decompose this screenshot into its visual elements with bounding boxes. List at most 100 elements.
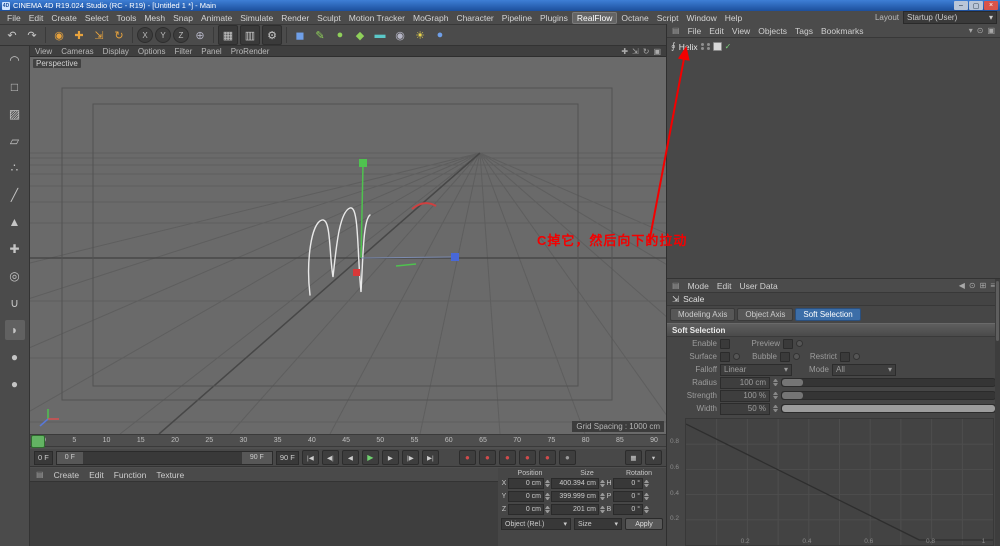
vp-menu-cameras[interactable]: Cameras bbox=[61, 47, 93, 56]
filter-icon[interactable]: ▾ bbox=[969, 26, 973, 35]
mograph-button[interactable]: ◆ bbox=[351, 26, 369, 44]
primitive-cube-button[interactable]: ◼ bbox=[291, 26, 309, 44]
vp-menu-display[interactable]: Display bbox=[103, 47, 129, 56]
editor-visibility-dots-icon[interactable] bbox=[700, 43, 704, 50]
width-slider[interactable] bbox=[781, 404, 996, 413]
timeline-ruler[interactable]: 0 5 10 15 20 25 30 35 40 45 50 55 60 65 … bbox=[30, 434, 666, 447]
menu-sculpt[interactable]: Sculpt bbox=[313, 13, 345, 23]
rotate-tool-button[interactable]: ↻ bbox=[110, 26, 128, 44]
mm-menu-texture[interactable]: Texture bbox=[156, 470, 184, 480]
record-parameter-button[interactable]: ● bbox=[558, 450, 576, 465]
minimize-button[interactable]: – bbox=[954, 1, 968, 10]
y-axis-handle[interactable] bbox=[359, 159, 367, 167]
play-button[interactable]: ▶ bbox=[361, 450, 379, 465]
am-menu-userdata[interactable]: User Data bbox=[739, 281, 777, 291]
search-icon[interactable]: ⊙ bbox=[969, 281, 976, 290]
panel-icon[interactable]: ▤ bbox=[672, 26, 680, 35]
menu-select[interactable]: Select bbox=[81, 13, 113, 23]
end-frame-field[interactable]: 90 F bbox=[275, 450, 299, 465]
rotation-b-field[interactable]: 0 ° bbox=[613, 504, 643, 515]
render-view-button[interactable]: ▦ bbox=[218, 25, 238, 45]
apply-button[interactable]: Apply bbox=[625, 518, 663, 530]
render-picture-viewer-button[interactable]: ▥ bbox=[240, 25, 260, 45]
next-key-button[interactable]: |▶ bbox=[401, 450, 419, 465]
rotation-h-field[interactable]: 0 ° bbox=[613, 478, 643, 489]
toggle-views-icon[interactable]: ▣ bbox=[653, 47, 661, 56]
live-selection-button[interactable]: ◉ bbox=[50, 26, 68, 44]
close-button[interactable]: × bbox=[984, 1, 998, 10]
stepper-icon[interactable] bbox=[644, 505, 649, 514]
om-menu-bookmarks[interactable]: Bookmarks bbox=[821, 26, 864, 36]
stepper-icon[interactable] bbox=[773, 404, 778, 414]
snap-button[interactable]: ∪ bbox=[5, 293, 25, 313]
make-editable-button[interactable]: ◠ bbox=[5, 50, 25, 70]
menu-realflow[interactable]: RealFlow bbox=[571, 11, 618, 24]
strength-slider[interactable] bbox=[781, 391, 996, 400]
enable-checkbox[interactable] bbox=[720, 338, 730, 349]
object-row-helix[interactable]: ∮ Helix ✓ bbox=[671, 41, 996, 52]
menu-animate[interactable]: Animate bbox=[197, 13, 236, 23]
menu-simulate[interactable]: Simulate bbox=[236, 13, 277, 23]
menu-file[interactable]: File bbox=[3, 13, 25, 23]
mm-menu-function[interactable]: Function bbox=[114, 470, 147, 480]
record-scale-button[interactable]: ● bbox=[518, 450, 536, 465]
vp-menu-view[interactable]: View bbox=[35, 47, 52, 56]
floor-button[interactable]: ▬ bbox=[371, 26, 389, 44]
range-start-grip[interactable]: 0 F bbox=[56, 451, 83, 464]
falloff-curve-canvas[interactable] bbox=[685, 419, 993, 545]
mm-menu-create[interactable]: Create bbox=[54, 470, 80, 480]
menu-plugins[interactable]: Plugins bbox=[536, 13, 572, 23]
timeline-playhead[interactable] bbox=[31, 435, 45, 448]
menu-mograph[interactable]: MoGraph bbox=[409, 13, 452, 23]
enable-axis-button[interactable]: ✚ bbox=[5, 239, 25, 259]
object-mode-select[interactable]: Object (Rel.) ▾ bbox=[501, 518, 571, 530]
record-rotation-button[interactable]: ● bbox=[538, 450, 556, 465]
object-name[interactable]: Helix bbox=[679, 42, 698, 52]
menu-octane[interactable]: Octane bbox=[617, 13, 652, 23]
vp-menu-panel[interactable]: Panel bbox=[201, 47, 221, 56]
stepper-icon[interactable] bbox=[545, 492, 550, 501]
zoom-view-icon[interactable]: ⇲ bbox=[632, 47, 639, 56]
om-menu-view[interactable]: View bbox=[732, 26, 750, 36]
restore-button[interactable]: ▢ bbox=[969, 1, 983, 10]
stepper-icon[interactable] bbox=[545, 479, 550, 488]
tab-object-axis[interactable]: Object Axis bbox=[737, 308, 794, 321]
falloff-select[interactable]: Linear ▾ bbox=[720, 363, 792, 376]
object-manager-tree[interactable]: ∮ Helix ✓ bbox=[667, 38, 1000, 279]
surface-checkbox[interactable] bbox=[720, 351, 730, 362]
menu-create[interactable]: Create bbox=[47, 13, 81, 23]
menu-character[interactable]: Character bbox=[452, 13, 497, 23]
radius-field[interactable]: 100 cm bbox=[720, 376, 770, 389]
radius-slider[interactable] bbox=[781, 378, 996, 387]
vp-menu-options[interactable]: Options bbox=[138, 47, 166, 56]
stepper-icon[interactable] bbox=[644, 492, 649, 501]
stepper-icon[interactable] bbox=[600, 505, 605, 514]
x-axis-handle[interactable] bbox=[353, 269, 360, 276]
om-menu-tags[interactable]: Tags bbox=[795, 26, 813, 36]
workplane-mode-button[interactable]: ▱ bbox=[5, 131, 25, 151]
history-back-icon[interactable]: ◀ bbox=[959, 281, 965, 290]
menu-edit[interactable]: Edit bbox=[25, 13, 48, 23]
render-settings-button[interactable]: ⚙ bbox=[262, 25, 282, 45]
record-keyframe-button[interactable]: ● bbox=[458, 450, 476, 465]
menu-script[interactable]: Script bbox=[653, 13, 683, 23]
stepper-icon[interactable] bbox=[600, 479, 605, 488]
mm-menu-edit[interactable]: Edit bbox=[89, 470, 104, 480]
layout-grid-icon[interactable]: ⊞ bbox=[980, 281, 987, 290]
bubble-checkbox[interactable] bbox=[780, 351, 790, 362]
prev-frame-button[interactable]: ◀ bbox=[341, 450, 359, 465]
vp-menu-filter[interactable]: Filter bbox=[174, 47, 192, 56]
keyframe-selection-button[interactable]: ▦ bbox=[625, 450, 642, 465]
y-axis-lock-button[interactable]: Y bbox=[155, 27, 171, 43]
pan-view-icon[interactable]: ✚ bbox=[621, 47, 628, 56]
soft-selection-section-header[interactable]: Soft Selection bbox=[667, 323, 1000, 337]
panel-icon[interactable]: ▤ bbox=[672, 281, 680, 290]
menu-window[interactable]: Window bbox=[682, 13, 720, 23]
current-frame-field[interactable]: 0 F bbox=[34, 450, 53, 465]
orbit-view-icon[interactable]: ↻ bbox=[643, 47, 650, 56]
size-y-field[interactable]: 399.999 cm bbox=[551, 491, 599, 502]
coordinate-system-button[interactable]: ⊕ bbox=[191, 26, 209, 44]
size-mode-select[interactable]: Size ▾ bbox=[574, 518, 622, 530]
render-visibility-dots-icon[interactable] bbox=[706, 43, 710, 50]
size-x-field[interactable]: 400.394 cm bbox=[551, 478, 599, 489]
